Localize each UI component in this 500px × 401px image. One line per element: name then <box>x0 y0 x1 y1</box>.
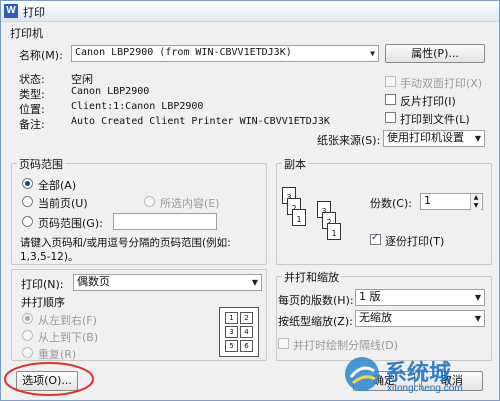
printer-name-value: Canon LBP2900 (from WIN-CBVV1ETDJ3K) <box>75 47 292 58</box>
reverse-print-label: 反片打印(I) <box>400 95 456 108</box>
zoom-title: 并打和缩放 <box>282 269 341 285</box>
order-cell: 5 <box>225 340 238 352</box>
order-cell: 4 <box>240 326 253 338</box>
pages-per-sheet-select[interactable]: 1 版 ▼ <box>355 289 485 306</box>
status-label: 状态: <box>19 73 45 86</box>
copies-count-input[interactable]: 1 ▲ ▼ <box>420 193 483 210</box>
print-dialog: W 打印 打印机 名称(M): Canon LBP2900 (from WIN-… <box>0 0 500 401</box>
copies-count-value: 1 <box>424 194 431 207</box>
page-range-input[interactable] <box>113 213 217 230</box>
order-cell: 6 <box>240 340 253 352</box>
watermark-logo-icon <box>345 357 379 391</box>
chevron-down-icon: ▼ <box>474 293 481 302</box>
reverse-print-checkbox[interactable] <box>385 94 396 105</box>
location-value: Client:1:Canon LBP2900 <box>71 101 204 112</box>
scale-select[interactable]: 无缩放 ▼ <box>355 310 485 327</box>
window-title: 打印 <box>23 6 45 19</box>
type-label: 类型: <box>19 88 45 101</box>
left-to-right-label: 从左到右(F) <box>38 314 97 327</box>
page-range-title: 页码范围 <box>17 156 65 172</box>
print-what-value: 偶数页 <box>77 275 110 288</box>
order-cell: 2 <box>240 312 253 324</box>
copy-page: 1 <box>327 223 341 240</box>
chevron-down-icon: ▼ <box>370 49 375 58</box>
spin-up-icon[interactable]: ▲ <box>470 194 481 202</box>
highlight-circle <box>4 362 94 396</box>
comment-label: 备注: <box>19 118 45 131</box>
manual-duplex-label: 手动双面打印(X) <box>400 77 483 90</box>
top-to-bottom-label: 从上到下(B) <box>38 331 99 344</box>
selection-label: 所选内容(E) <box>160 197 220 210</box>
paper-source-value: 使用打印机设置 <box>387 131 464 144</box>
all-pages-radio[interactable] <box>22 178 33 189</box>
draw-borders-checkbox[interactable] <box>278 338 289 349</box>
print-to-file-label: 打印到文件(L) <box>400 113 470 126</box>
paper-source-select[interactable]: 使用打印机设置 ▼ <box>383 130 485 147</box>
chevron-down-icon: ▼ <box>474 314 481 323</box>
scale-label: 按纸型缩放(Z): <box>278 315 353 328</box>
comment-value: Auto Created Client Printer WIN-CBVV1ETD… <box>71 116 330 127</box>
selection-radio[interactable] <box>144 196 155 207</box>
all-pages-label: 全部(A) <box>38 179 77 192</box>
wps-writer-icon: W <box>4 4 18 18</box>
top-to-bottom-radio[interactable] <box>22 330 33 341</box>
order-preview: 1 2 3 4 5 6 <box>219 307 259 357</box>
print-what-label: 打印(N): <box>21 278 64 291</box>
current-page-label: 当前页(U) <box>38 197 88 210</box>
copies-count-label: 份数(C): <box>370 197 412 210</box>
watermark-site: xitongcheng.com <box>387 383 463 394</box>
page-range-label: 页码范围(G): <box>38 217 103 230</box>
printer-name-select[interactable]: Canon LBP2900 (from WIN-CBVV1ETDJ3K) ▼ <box>71 45 379 62</box>
chevron-down-icon: ▼ <box>474 134 481 143</box>
title-bar: W 打印 <box>1 1 499 22</box>
collate-checkbox[interactable] <box>370 232 381 245</box>
chevron-down-icon: ▼ <box>251 278 258 287</box>
pages-per-sheet-label: 每页的版数(H): <box>278 294 354 307</box>
printer-section-title: 打印机 <box>10 27 43 40</box>
copies-group <box>276 163 492 265</box>
manual-duplex-checkbox[interactable] <box>385 76 396 87</box>
order-title: 并打顺序 <box>21 296 65 309</box>
pages-per-sheet-value: 1 版 <box>359 290 381 303</box>
properties-button[interactable]: 属性(P)... <box>385 44 485 63</box>
left-to-right-radio[interactable] <box>22 313 33 324</box>
copies-title: 副本 <box>282 156 308 172</box>
watermark: 系统城 xitongcheng.com <box>341 353 497 398</box>
draw-borders-label: 并打时绘制分隔线(D) <box>293 339 399 352</box>
printer-name-label: 名称(M): <box>19 49 63 62</box>
print-to-file-checkbox[interactable] <box>385 112 396 123</box>
print-what-select[interactable]: 偶数页 ▼ <box>73 274 262 291</box>
status-value: 空闲 <box>71 73 93 86</box>
repeat-radio[interactable] <box>22 347 33 358</box>
order-cell: 1 <box>225 312 238 324</box>
order-cell: 3 <box>225 326 238 338</box>
page-range-hint: 请键入页码和/或用逗号分隔的页码范围(例如: <box>20 237 231 249</box>
collate-label: 逐份打印(T) <box>385 235 445 248</box>
copy-page: 1 <box>292 209 306 226</box>
type-value: Canon LBP2900 <box>71 86 150 97</box>
paper-source-label: 纸张来源(S): <box>317 134 381 147</box>
scale-value: 无缩放 <box>359 311 392 324</box>
page-range-hint-example: 1,3,5-12)。 <box>20 251 79 263</box>
page-range-radio[interactable] <box>22 216 33 227</box>
current-page-radio[interactable] <box>22 196 33 207</box>
spin-down-icon[interactable]: ▼ <box>470 202 481 210</box>
location-label: 位置: <box>19 103 45 116</box>
